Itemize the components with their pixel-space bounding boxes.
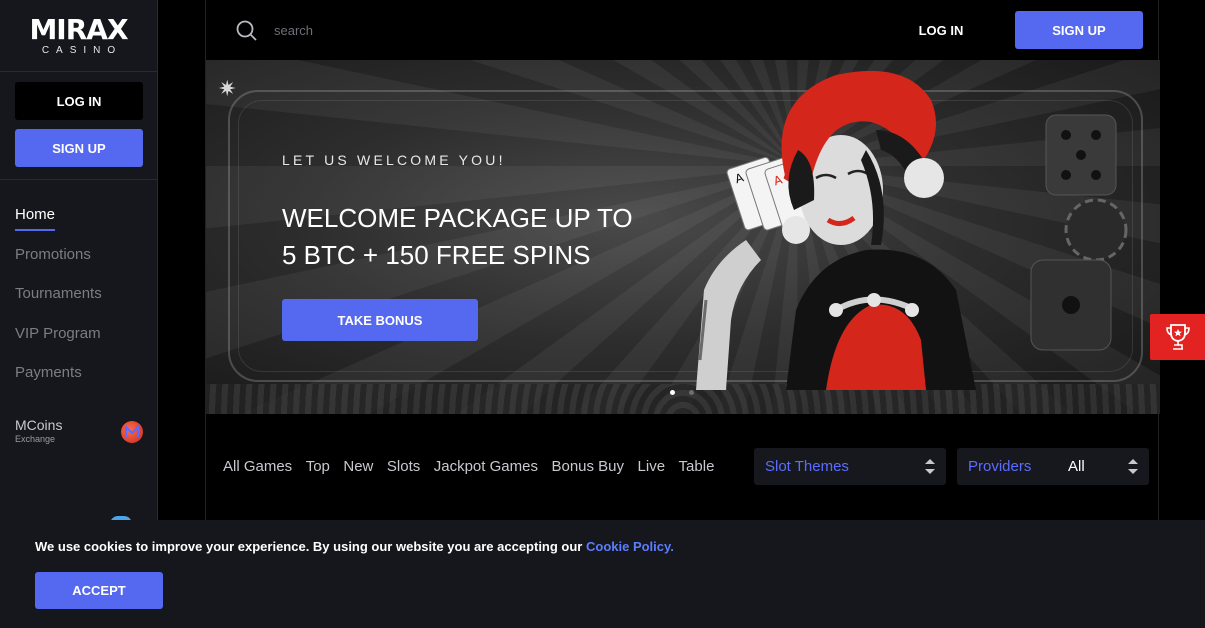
sidebar-item-tournaments[interactable]: Tournaments xyxy=(15,283,142,323)
sidebar-item-payments[interactable]: Payments xyxy=(15,362,142,402)
header-signup-button[interactable]: SIGN UP xyxy=(1015,11,1143,49)
tab-new[interactable]: New xyxy=(343,458,373,475)
logo[interactable]: MIRAX CASINO xyxy=(0,0,157,72)
dice-illustration xyxy=(1030,114,1128,351)
sidebar-auth: LOG IN SIGN UP xyxy=(0,72,157,180)
tournament-widget-button[interactable] xyxy=(1150,314,1205,360)
sidebar-item-vip-program[interactable]: VIP Program xyxy=(15,323,142,363)
tab-live[interactable]: Live xyxy=(638,458,666,475)
sort-arrows-icon xyxy=(1128,459,1138,474)
sidebar-item-label: Home xyxy=(15,204,56,231)
sidebar-signup-button[interactable]: SIGN UP xyxy=(15,129,143,167)
search-input[interactable] xyxy=(274,18,574,42)
sidebar-item-mcoins[interactable]: MCoins Exchange xyxy=(15,417,143,447)
tab-bonus-buy[interactable]: Bonus Buy xyxy=(551,458,624,475)
mcoins-exchange-icon xyxy=(121,421,143,443)
sort-arrows-icon xyxy=(925,459,935,474)
cookie-policy-link[interactable]: Cookie Policy. xyxy=(586,539,674,554)
top-header: LOG IN SIGN UP xyxy=(206,0,1158,60)
carousel-dot-1[interactable] xyxy=(670,390,675,395)
banner-eyebrow: LET US WELCOME YOU! xyxy=(282,152,506,168)
banner-headline-line1: WELCOME PACKAGE UP TO xyxy=(282,203,633,233)
accept-cookies-button[interactable]: ACCEPT xyxy=(35,572,163,609)
carousel-dots xyxy=(670,390,694,395)
slot-themes-select[interactable]: Slot Themes xyxy=(754,448,946,485)
providers-label: Providers xyxy=(968,458,1032,475)
providers-select[interactable]: Providers All xyxy=(957,448,1149,485)
cookie-message: We use cookies to improve your experienc… xyxy=(35,539,586,554)
jester-illustration: A♦ A xyxy=(696,70,976,390)
game-filters: All Games Top New Slots Jackpot Games Bo… xyxy=(206,414,1160,520)
cookie-text: We use cookies to improve your experienc… xyxy=(35,539,674,554)
sidebar-item-home[interactable]: Home xyxy=(15,204,142,244)
logo-wordmark: MIRAX xyxy=(29,12,128,46)
sidebar-nav: Home Promotions Tournaments VIP Program … xyxy=(0,180,157,402)
carousel-dot-2[interactable] xyxy=(689,390,694,395)
take-bonus-button[interactable]: TAKE BONUS xyxy=(282,299,478,341)
logo-subtitle: CASINO xyxy=(41,44,123,56)
sidebar-item-promotions[interactable]: Promotions xyxy=(15,244,142,284)
trophy-icon xyxy=(1165,324,1190,350)
tab-slots[interactable]: Slots xyxy=(387,458,420,475)
slot-themes-label: Slot Themes xyxy=(765,458,849,475)
providers-value: All xyxy=(1068,458,1085,475)
tab-jackpot-games[interactable]: Jackpot Games xyxy=(434,458,538,475)
tab-top[interactable]: Top xyxy=(306,458,330,475)
sidebar-login-button[interactable]: LOG IN xyxy=(15,82,143,120)
header-login-button[interactable]: LOG IN xyxy=(911,18,971,42)
tab-all-games[interactable]: All Games xyxy=(223,458,292,475)
banner-headline: WELCOME PACKAGE UP TO 5 BTC + 150 FREE S… xyxy=(282,200,633,274)
tab-table[interactable]: Table xyxy=(679,458,715,475)
search-icon[interactable] xyxy=(236,20,258,42)
banner-headline-line2: 5 BTC + 150 FREE SPINS xyxy=(282,240,591,270)
page: MIRAX CASINO LOG IN SIGN UP Home Promoti… xyxy=(0,0,1205,628)
promo-banner[interactable]: ✷ A♦ A LET US WELCOME YOU! WELCOME PACKA… xyxy=(206,60,1160,414)
game-category-tabs: All Games Top New Slots Jackpot Games Bo… xyxy=(223,458,718,475)
star-icon: ✷ xyxy=(218,76,237,101)
cookie-banner: We use cookies to improve your experienc… xyxy=(0,520,1205,628)
